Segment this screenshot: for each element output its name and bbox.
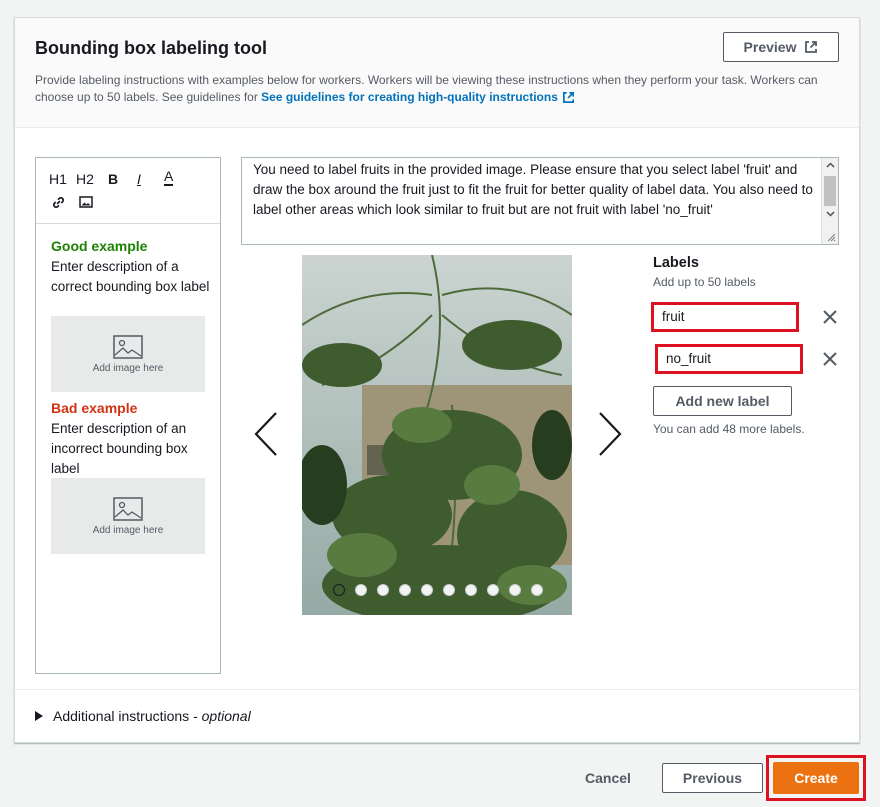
caret-right-icon — [35, 711, 43, 721]
bad-example-image-placeholder[interactable]: Add image here — [51, 478, 205, 554]
image-icon[interactable] — [79, 196, 93, 208]
labeling-tool-card: Bounding box labeling tool Preview Provi… — [14, 17, 860, 743]
labels-title: Labels — [653, 255, 699, 271]
heading2-button[interactable]: H2 — [76, 171, 94, 187]
carousel-dot[interactable] — [509, 584, 521, 596]
preview-label: Preview — [743, 39, 797, 55]
close-icon[interactable] — [823, 352, 837, 366]
scroll-down-icon[interactable] — [826, 211, 835, 217]
bad-example-heading: Bad example — [51, 400, 137, 416]
italic-button[interactable]: I — [137, 171, 141, 187]
good-example-text: Enter description of a correct bounding … — [51, 259, 210, 294]
create-button[interactable]: Create — [773, 762, 859, 794]
carousel-dot[interactable] — [355, 584, 367, 596]
page-title: Bounding box labeling tool — [35, 38, 267, 58]
card-header: Bounding box labeling tool Preview Provi… — [15, 18, 859, 128]
carousel-dot[interactable] — [443, 584, 455, 596]
carousel-dot[interactable] — [465, 584, 477, 596]
carousel-dot[interactable] — [399, 584, 411, 596]
bad-example-text: Enter description of an incorrect boundi… — [51, 421, 188, 476]
scroll-up-icon[interactable] — [826, 162, 835, 168]
image-icon — [113, 334, 143, 359]
additional-label-text: Additional instructions - — [53, 708, 202, 724]
add-new-label-button[interactable]: Add new label — [653, 386, 792, 416]
previous-button[interactable]: Previous — [662, 763, 763, 793]
instructions-text: You need to label fruits in the provided… — [253, 162, 813, 217]
next-image-arrow-icon[interactable] — [597, 411, 623, 457]
label-value: no_fruit — [666, 351, 712, 366]
previous-image-arrow-icon[interactable] — [253, 411, 279, 457]
add-image-label: Add image here — [92, 524, 164, 536]
bad-example-heading-text: Bad example — [51, 400, 138, 416]
create-button-highlight: Create — [766, 755, 866, 801]
text-color-button[interactable]: A — [164, 169, 174, 186]
additional-instructions-section: Additional instructions - optional — [15, 689, 859, 743]
instructions-textarea[interactable]: You need to label fruits in the provided… — [241, 157, 839, 245]
label-input-no-fruit[interactable]: no_fruit — [655, 344, 803, 374]
optional-text: optional — [201, 708, 251, 724]
instructions-editor[interactable]: H1 H2 B I A Good example Enter descripti… — [35, 157, 221, 674]
external-link-icon — [805, 41, 818, 53]
editor-toolbar: H1 H2 B I A — [36, 158, 220, 224]
good-example-heading-text: Good example — [51, 238, 148, 254]
heading1-button[interactable]: H1 — [49, 171, 67, 187]
close-icon[interactable] — [823, 310, 837, 324]
carousel-dot[interactable] — [377, 584, 389, 596]
guidelines-link[interactable]: See guidelines for creating high-quality… — [261, 90, 575, 104]
resize-handle-icon[interactable] — [826, 232, 836, 242]
bold-button[interactable]: B — [108, 171, 118, 187]
good-example-heading: Good example — [51, 238, 147, 254]
carousel-dot[interactable] — [421, 584, 433, 596]
cancel-button[interactable]: Cancel — [572, 764, 644, 792]
carousel-dot[interactable] — [531, 584, 543, 596]
scroll-thumb[interactable] — [824, 176, 836, 206]
add-image-label: Add image here — [92, 362, 164, 374]
remaining-labels-hint: You can add 48 more labels. — [653, 422, 805, 436]
external-link-icon — [562, 92, 574, 103]
image-icon — [113, 496, 143, 521]
labels-subtitle: Add up to 50 labels — [653, 275, 756, 289]
good-example-image-placeholder[interactable]: Add image here — [51, 316, 205, 392]
label-value: fruit — [662, 309, 685, 324]
guidelines-link-text: See guidelines for creating high-quality… — [261, 90, 558, 104]
additional-instructions-toggle[interactable]: Additional instructions - optional — [35, 708, 251, 724]
sample-image-illustration — [302, 255, 572, 615]
label-input-fruit[interactable]: fruit — [651, 302, 799, 332]
carousel-dot[interactable] — [487, 584, 499, 596]
link-icon[interactable] — [51, 195, 66, 210]
preview-button[interactable]: Preview — [723, 32, 839, 62]
sample-image — [302, 255, 572, 615]
additional-instructions-label: Additional instructions - optional — [53, 708, 251, 724]
card-description: Provide labeling instructions with examp… — [35, 72, 825, 106]
carousel-dot[interactable] — [333, 584, 345, 596]
